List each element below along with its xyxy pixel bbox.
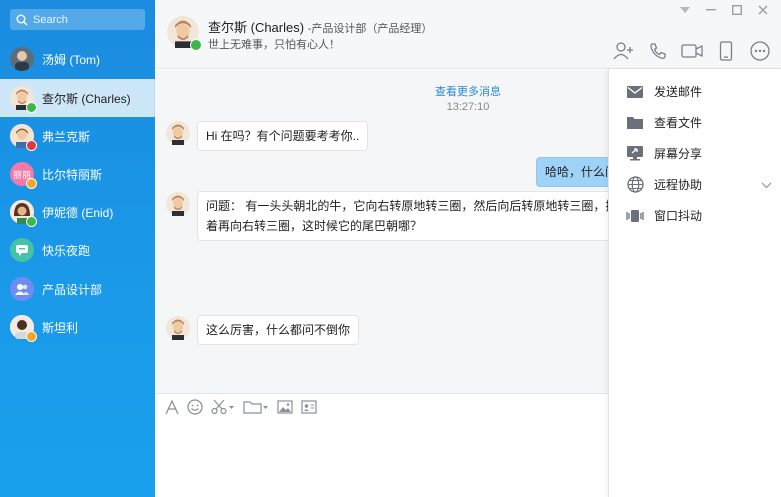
menu-item-view-files[interactable]: 查看文件 [609, 107, 781, 138]
menu-item-label: 窗口抖动 [654, 209, 703, 223]
contact-name: 产品设计部 [42, 282, 103, 297]
menu-item-label: 远程协助 [654, 178, 703, 192]
menu-item-remote-assist[interactable]: 远程协助 [609, 169, 781, 200]
message-bubble: Hi 在吗？有个问题要考考你.. [197, 121, 369, 151]
window-controls [679, 4, 769, 16]
add-user-icon[interactable] [613, 40, 635, 62]
folder-icon[interactable] [243, 399, 269, 415]
emoji-icon[interactable] [187, 399, 203, 415]
message-timestamp: 13:27:10 [446, 101, 490, 113]
contact-item-enid[interactable]: 伊妮德 (Enid) [0, 193, 155, 231]
contact-name: 快乐夜跑 [42, 243, 91, 258]
search-icon [16, 14, 28, 25]
avatar [10, 200, 37, 227]
folder-icon [626, 114, 644, 132]
screenshot-icon[interactable] [211, 399, 235, 415]
shake-icon [626, 207, 644, 225]
avatar: 丽丽 [10, 162, 37, 189]
load-more-link[interactable]: 查看更多消息 [155, 83, 608, 99]
more-options-menu: 发送邮件 查看文件 屏幕分享 远程协助 窗口抖动 [608, 69, 781, 497]
contact-name: 伊妮德 (Enid) [42, 205, 114, 220]
header-title: 查尔斯 (Charles) -产品设计部（产品经理） [208, 17, 432, 36]
header-avatar[interactable] [167, 16, 202, 51]
more-options-icon[interactable] [749, 40, 771, 62]
contact-item-beatrice[interactable]: 丽丽 比尔特丽斯 [0, 155, 155, 193]
contact-sidebar: Search 汤姆 (Tom) 查尔斯 (Charles) 弗兰克斯 丽丽 比尔… [0, 0, 155, 497]
avatar [10, 86, 37, 113]
contact-signature: 世上无难事，只怕有心人！ [208, 39, 340, 51]
online-status-icon [26, 102, 37, 113]
chat-toolbar [613, 40, 771, 62]
message-bubble: 这么厉害，什么都问不倒你 [197, 315, 360, 345]
contact-role: -产品设计部（产品经理） [307, 23, 433, 35]
search-box[interactable]: Search [10, 9, 145, 30]
menu-item-label: 屏幕分享 [654, 147, 703, 161]
font-icon[interactable] [165, 399, 179, 415]
maximize-icon[interactable] [731, 4, 743, 16]
sender-avatar[interactable] [166, 121, 190, 145]
contact-item-design-dept[interactable]: 产品设计部 [0, 270, 155, 308]
sender-avatar[interactable] [166, 316, 190, 340]
online-status-icon [190, 39, 202, 51]
input-toolbar [165, 399, 317, 415]
contact-name: 弗兰克斯 [42, 129, 91, 144]
contact-item-frank[interactable]: 弗兰克斯 [0, 117, 155, 155]
contact-name: 查尔斯 (Charles) [42, 91, 131, 106]
contact-item-stanley[interactable]: 斯坦利 [0, 308, 155, 346]
chevron-down-icon [761, 178, 772, 192]
avatar [10, 315, 37, 342]
search-placeholder: Search [33, 13, 68, 26]
menu-item-label: 发送邮件 [654, 85, 703, 99]
avatar [10, 124, 37, 151]
sender-avatar[interactable] [166, 192, 190, 216]
menu-item-screen-share[interactable]: 屏幕分享 [609, 138, 781, 169]
avatar [10, 277, 34, 301]
away-status-icon [26, 178, 37, 189]
mobile-icon[interactable] [715, 40, 737, 62]
my-message-bubble: 哈哈，什么问 [536, 157, 608, 187]
contact-name: 比尔特丽斯 [42, 167, 103, 182]
video-call-icon[interactable] [681, 40, 703, 62]
group-icon [15, 284, 29, 295]
contact-item-tom[interactable]: 汤姆 (Tom) [0, 40, 155, 78]
mail-icon [626, 83, 644, 101]
message-bubble: 问题： 有一头头朝北的牛，它向右转原地转三圈，然后向后转原地转三圈，接着再向右转… [197, 191, 608, 241]
menu-item-label: 查看文件 [654, 116, 703, 130]
image-icon[interactable] [277, 399, 293, 415]
phone-icon[interactable] [647, 40, 669, 62]
avatar [10, 238, 34, 262]
contact-name: 汤姆 (Tom) [42, 52, 100, 67]
close-icon[interactable] [757, 4, 769, 16]
contact-item-charles[interactable]: 查尔斯 (Charles) [0, 79, 155, 117]
busy-status-icon [26, 140, 37, 151]
online-status-icon [26, 216, 37, 227]
chat-group-icon [16, 245, 28, 256]
minimize-icon[interactable] [705, 4, 717, 16]
chat-messages: 查看更多消息 13:27:10 Hi 在吗？有个问题要考考你.. 哈哈，什么问 … [155, 70, 608, 393]
chat-header: 查尔斯 (Charles) -产品设计部（产品经理） 世上无难事，只怕有心人！ [155, 0, 781, 69]
contact-name: 查尔斯 (Charles) [208, 20, 305, 35]
screen-share-icon [626, 145, 644, 163]
menu-item-send-mail[interactable]: 发送邮件 [609, 76, 781, 107]
away-status-icon [26, 331, 37, 342]
globe-icon [626, 176, 644, 194]
contact-name: 斯坦利 [42, 320, 79, 335]
contact-card-icon[interactable] [301, 399, 317, 415]
avatar [10, 47, 34, 71]
menu-item-window-shake[interactable]: 窗口抖动 [609, 200, 781, 231]
message-input-area[interactable] [155, 393, 608, 497]
contact-item-night-run[interactable]: 快乐夜跑 [0, 231, 155, 269]
dropdown-arrow-icon[interactable] [679, 4, 691, 16]
